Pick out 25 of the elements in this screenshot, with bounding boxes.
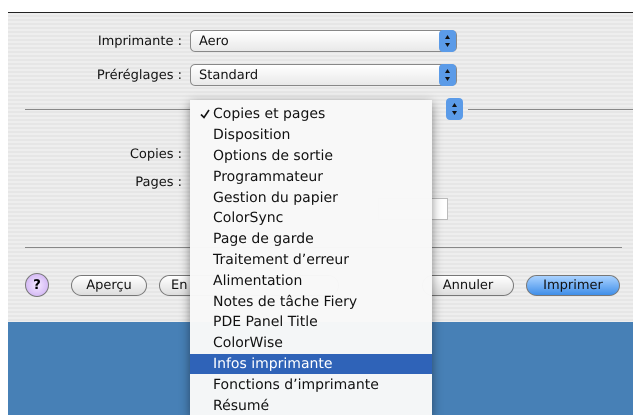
menu-item[interactable]: Infos imprimante <box>190 354 432 374</box>
menu-item[interactable]: Fonctions d’imprimante <box>190 374 432 396</box>
menu-item[interactable]: Résumé <box>190 395 432 415</box>
help-button[interactable]: ? <box>25 273 49 297</box>
menu-item[interactable]: Traitement d’erreur <box>190 250 432 270</box>
printer-label: Imprimante : <box>96 34 183 48</box>
menu-item[interactable]: Options de sortie <box>190 146 432 166</box>
menu-item[interactable]: Copies et pages <box>190 104 432 125</box>
dialog-button[interactable]: Aperçu <box>71 274 147 296</box>
menu-item[interactable]: Gestion du papier <box>190 187 432 208</box>
stepper-icon <box>439 64 456 86</box>
menu-item[interactable]: ColorSync <box>190 208 432 229</box>
menu-item[interactable]: Programmateur <box>190 166 432 188</box>
menu-item[interactable]: Page de garde <box>190 228 432 250</box>
presets-label: Préréglages : <box>96 68 183 82</box>
print-button[interactable]: Imprimer <box>526 274 620 296</box>
menu-item[interactable]: PDE Panel Title <box>190 312 432 333</box>
pages-label: Pages : <box>134 174 183 190</box>
menu-item[interactable]: ColorWise <box>190 332 432 354</box>
copies-label: Copies : <box>128 146 183 162</box>
stepper-icon <box>439 30 456 52</box>
stepper-icon <box>446 98 462 120</box>
presets-popup[interactable]: Standard <box>190 64 457 86</box>
printer-popup[interactable]: Aero <box>190 30 457 52</box>
menu-item[interactable]: Disposition <box>190 124 432 146</box>
